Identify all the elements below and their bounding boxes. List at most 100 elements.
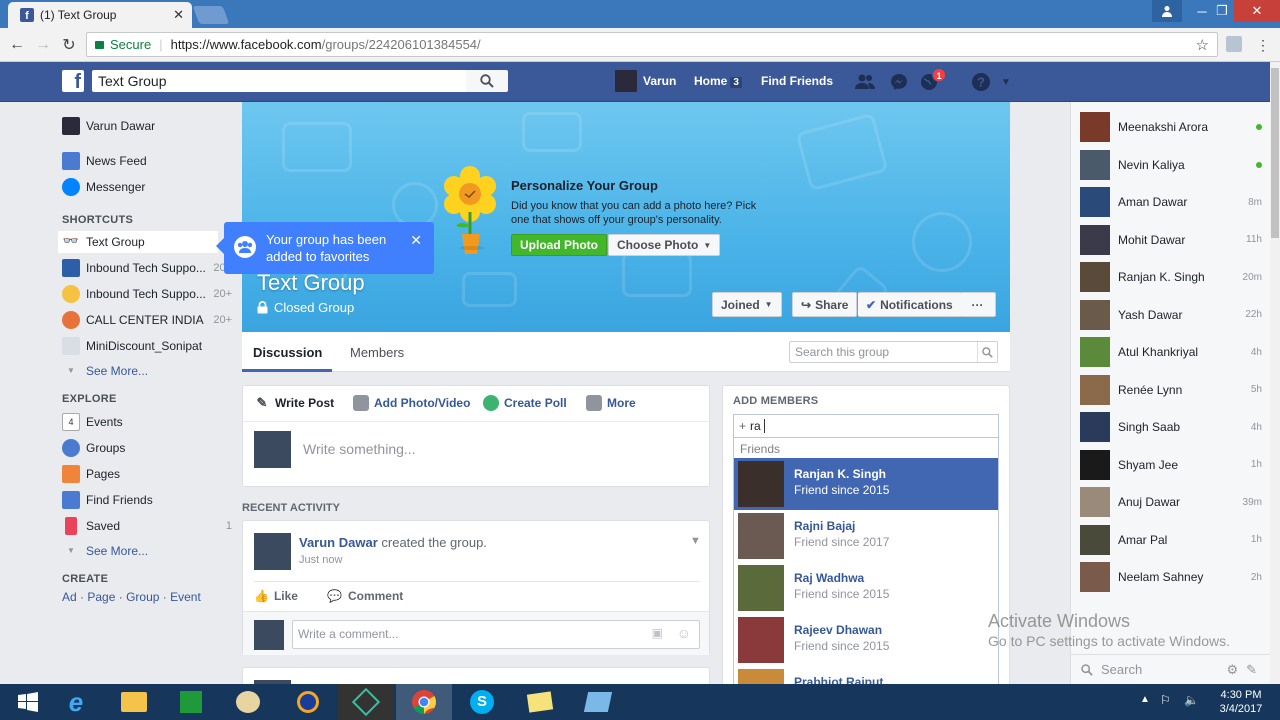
more-options-button[interactable]: ··· <box>960 292 996 317</box>
messenger-icon[interactable] <box>888 72 910 92</box>
close-tab-icon[interactable]: ✕ <box>173 7 184 23</box>
camera-icon[interactable]: ▣ <box>652 626 663 640</box>
chat-contact[interactable]: Ranjan K. Singh 20m <box>1080 260 1262 294</box>
chat-search-input[interactable]: Search ⚙ ✎ <box>1071 654 1271 684</box>
chat-contact[interactable]: Singh Saab 4h <box>1080 410 1262 444</box>
tab-members[interactable]: Members <box>350 345 404 360</box>
chevron-down-icon[interactable]: ▼ <box>690 535 701 547</box>
page-scrollbar[interactable] <box>1270 62 1280 684</box>
search-icon[interactable] <box>466 70 508 92</box>
post-timestamp[interactable]: Just now <box>299 554 342 566</box>
find-friends-link[interactable]: Find Friends <box>761 74 833 88</box>
shortcut-inbound-tech-1[interactable]: Inbound Tech Suppo... 20+ <box>62 257 232 279</box>
chat-contact[interactable]: Mohit Dawar 11h <box>1080 223 1262 257</box>
file-explorer-icon[interactable] <box>106 684 162 720</box>
paint-icon[interactable] <box>220 684 276 720</box>
account-menu-chevron-icon[interactable]: ▼ <box>995 72 1017 92</box>
forward-arrow-icon[interactable]: → <box>32 34 54 56</box>
chat-contact[interactable]: Neelam Sahney 2h <box>1080 560 1262 594</box>
new-tab-button[interactable] <box>192 6 230 24</box>
group-search-input[interactable]: Search this group <box>789 341 998 363</box>
left-nav-news-feed[interactable]: News Feed <box>62 150 232 172</box>
scrollbar-thumb[interactable] <box>1271 68 1279 238</box>
friend-suggestion[interactable]: Rajni Bajaj Friend since 2017 <box>734 510 998 562</box>
shortcut-text-group[interactable]: 👓 Text Group <box>62 231 232 253</box>
close-window-icon[interactable]: ✕ <box>1234 0 1280 22</box>
create-ad-link[interactable]: Ad <box>62 590 77 604</box>
help-icon[interactable]: ? <box>970 72 992 92</box>
left-nav-profile[interactable]: Varun Dawar <box>62 115 232 137</box>
url-input[interactable]: Secure | https://www.facebook.com/groups… <box>86 32 1218 57</box>
add-photo-video-tab[interactable]: Add Photo/Video <box>353 395 470 411</box>
explore-saved[interactable]: Saved 1 <box>62 515 232 537</box>
facebook-search-input[interactable]: Text Group <box>92 70 466 92</box>
bookmark-star-icon[interactable]: ☆ <box>1196 36 1209 54</box>
extension-icon[interactable] <box>1226 36 1242 52</box>
create-page-link[interactable]: Page <box>87 590 115 604</box>
tab-discussion[interactable]: Discussion <box>253 345 322 360</box>
facebook-logo-icon[interactable]: f <box>62 70 84 92</box>
tray-chevron-up-icon[interactable]: ▲ <box>1140 694 1150 705</box>
filmora-icon[interactable] <box>338 684 394 720</box>
home-link[interactable]: Home 3 <box>694 74 742 88</box>
back-arrow-icon[interactable]: ← <box>6 34 28 56</box>
joined-button[interactable]: Joined ▼ <box>712 292 782 317</box>
comment-button[interactable]: 💬 Comment <box>327 589 403 603</box>
comment-input[interactable]: Write a comment... ▣ ☺ <box>292 620 700 649</box>
more-tab[interactable]: More <box>586 395 636 411</box>
window-app-icon[interactable] <box>570 684 626 720</box>
explore-see-more[interactable]: ▼ See More... <box>62 540 232 562</box>
chat-contact[interactable]: Aman Dawar 8m <box>1080 185 1262 219</box>
create-group-link[interactable]: Group <box>126 590 159 604</box>
explore-groups[interactable]: Groups <box>62 437 232 459</box>
create-poll-tab[interactable]: Create Poll <box>483 395 567 411</box>
chat-contact[interactable]: Renée Lynn 5h <box>1080 373 1262 407</box>
friend-suggestion[interactable]: Ranjan K. Singh Friend since 2015 <box>734 458 998 510</box>
media-player-icon[interactable] <box>280 684 336 720</box>
create-event-link[interactable]: Event <box>170 590 201 604</box>
chat-contact[interactable]: Shyam Jee 1h <box>1080 448 1262 482</box>
shortcut-minidiscount[interactable]: MiniDiscount_Sonipat <box>62 335 232 357</box>
upload-photo-button[interactable]: Upload Photo <box>511 234 607 256</box>
reload-icon[interactable]: ↻ <box>58 34 80 56</box>
chrome-menu-icon[interactable]: ⋮ <box>1252 34 1274 56</box>
volume-icon[interactable]: 🔈 <box>1184 693 1199 707</box>
search-icon[interactable] <box>977 342 997 362</box>
like-button[interactable]: 👍 Like <box>254 589 298 603</box>
browser-tab[interactable]: f (1) Text Group ✕ <box>8 2 192 28</box>
explore-find-friends[interactable]: Find Friends <box>62 489 232 511</box>
avatar[interactable] <box>254 533 291 570</box>
explore-events[interactable]: 4 Events <box>62 411 232 433</box>
profile-link[interactable]: Varun <box>643 74 676 88</box>
chrome-icon[interactable] <box>396 684 452 720</box>
shortcut-inbound-tech-2[interactable]: Inbound Tech Suppo... 20+ <box>62 283 232 305</box>
friend-suggestion[interactable]: Raj Wadhwa Friend since 2015 <box>734 562 998 614</box>
chat-contact[interactable]: Yash Dawar 22h <box>1080 298 1262 332</box>
close-tooltip-icon[interactable]: ✕ <box>410 232 422 249</box>
notifications-button[interactable]: ✔ Notifications <box>858 292 962 317</box>
write-something-input[interactable]: Write something... <box>303 441 416 457</box>
chat-contact[interactable]: Amar Pal 1h <box>1080 523 1262 557</box>
explore-pages[interactable]: Pages <box>62 463 232 485</box>
choose-photo-button[interactable]: Choose Photo ▼ <box>608 234 721 256</box>
chat-contact[interactable]: Atul Khankriyal 4h <box>1080 335 1262 369</box>
post-author-link[interactable]: Varun Dawar <box>299 535 378 550</box>
compose-icon[interactable]: ✎ <box>1246 662 1257 678</box>
chat-contact[interactable]: Meenakshi Arora <box>1080 110 1262 144</box>
share-button[interactable]: ↪ Share <box>792 292 858 317</box>
skype-icon[interactable]: S <box>454 684 510 720</box>
chat-contact[interactable]: Nevin Kaliya <box>1080 148 1262 182</box>
write-post-tab[interactable]: ✎ Write Post <box>254 395 335 411</box>
chat-contact[interactable]: Anuj Dawar 39m <box>1080 485 1262 519</box>
shortcut-call-center-india[interactable]: CALL CENTER INDIA 20+ <box>62 309 232 331</box>
gear-icon[interactable]: ⚙ <box>1226 662 1238 678</box>
notes-icon[interactable] <box>512 684 568 720</box>
taskbar-clock[interactable]: 4:30 PM 3/4/2017 <box>1206 688 1276 716</box>
user-avatar[interactable] <box>615 70 637 92</box>
left-nav-messenger[interactable]: Messenger <box>62 176 232 198</box>
network-icon[interactable]: ⚐ <box>1160 693 1171 707</box>
friend-requests-icon[interactable] <box>854 72 876 92</box>
friend-suggestion[interactable]: Rajeev Dhawan Friend since 2015 <box>734 614 998 666</box>
internet-explorer-icon[interactable]: e <box>48 684 104 720</box>
user-profile-icon[interactable] <box>1152 0 1182 22</box>
